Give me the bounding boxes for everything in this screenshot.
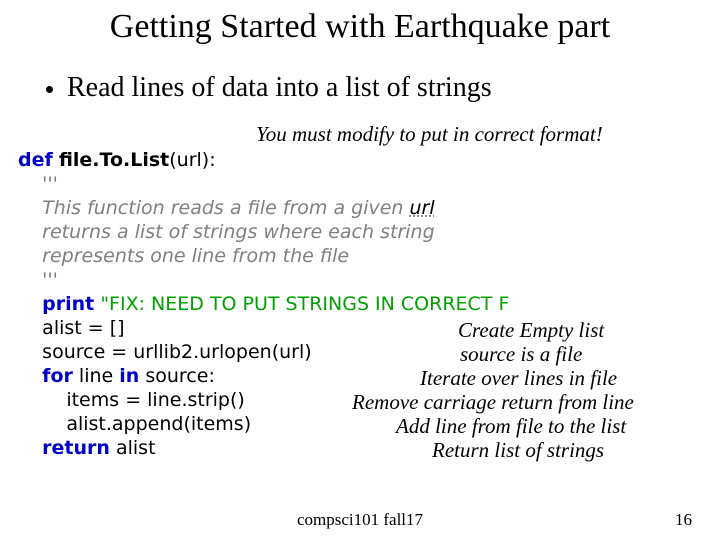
docstring-open: ''' — [42, 173, 58, 195]
footer-center: compsci101 fall17 — [0, 510, 720, 530]
annot-strip: Remove carriage return from line — [352, 390, 634, 415]
docstring-url: url — [410, 197, 435, 219]
str-fix: "FIX: NEED TO PUT STRINGS IN CORRECT F — [100, 293, 509, 315]
fn-args: (url) — [169, 149, 209, 171]
fn-name: file.To.List — [59, 149, 169, 171]
kw-print: print — [42, 293, 94, 315]
kw-for: for — [42, 365, 73, 387]
page-number: 16 — [675, 510, 692, 530]
annot-return: Return list of strings — [432, 438, 604, 463]
docstring-close: ''' — [42, 269, 58, 291]
docstring-l1a: This function reads a file from a given — [42, 197, 409, 219]
code-for-b: source: — [139, 365, 215, 387]
bullet-item: Read lines of data into a list of string… — [46, 72, 492, 104]
annot-empty-list: Create Empty list — [458, 318, 604, 343]
kw-def: def — [18, 149, 53, 171]
kw-return: return — [42, 437, 110, 459]
slide: Getting Started with Earthquake part Rea… — [0, 0, 720, 540]
annot-append: Add line from file to the list — [396, 414, 626, 439]
code-alist-init: alist = [] — [42, 317, 124, 339]
kw-in: in — [119, 365, 139, 387]
annot-iterate: Iterate over lines in file — [420, 366, 617, 391]
bullet-text: Read lines of data into a list of string… — [67, 72, 492, 104]
code-append: alist.append(items) — [66, 413, 251, 435]
docstring-l2: returns a list of strings where each str… — [42, 221, 434, 243]
bullet-icon — [46, 86, 53, 93]
code-return-b: alist — [110, 437, 156, 459]
docstring-l3: represents one line from the file — [42, 245, 349, 267]
code-for-a: line — [79, 365, 119, 387]
annot-source-file: source is a file — [460, 342, 582, 367]
code-source: source = urllib2.urlopen(url) — [42, 341, 311, 363]
slide-title: Getting Started with Earthquake part — [0, 8, 720, 46]
code-strip: items = line.strip() — [66, 389, 244, 411]
note-modify: You must modify to put in correct format… — [256, 122, 603, 147]
